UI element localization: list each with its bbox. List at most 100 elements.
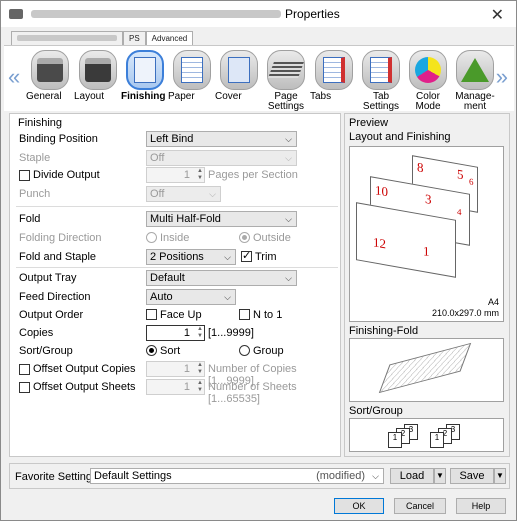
- sort-group-preview: 3 2 1 3 2 1: [349, 418, 504, 452]
- fold-label: Fold: [19, 213, 41, 225]
- offset-sheets-stepper[interactable]: 1 ▲ ▼: [146, 379, 205, 395]
- divide-output-stepper[interactable]: 1 ▲ ▼: [146, 167, 205, 183]
- fold-and-staple-select[interactable]: 2 Positions ⌵: [146, 249, 236, 265]
- tab-redacted[interactable]: [11, 31, 123, 45]
- sort-radio[interactable]: [146, 345, 157, 356]
- outside-radio[interactable]: [239, 232, 250, 243]
- ribbon-color-mode[interactable]: Color Mode: [404, 50, 452, 112]
- cancel-button[interactable]: Cancel: [394, 498, 446, 514]
- ribbon-page-settings[interactable]: Page Settings: [262, 50, 310, 112]
- offset-copies-stepper[interactable]: 1 ▲ ▼: [146, 361, 205, 377]
- punch-value: Off: [150, 188, 165, 200]
- save-menu-button[interactable]: ▼: [494, 468, 506, 484]
- tabs-icon: [323, 57, 345, 83]
- ribbon-label: Page Settings: [267, 91, 305, 112]
- load-button[interactable]: Load: [390, 468, 434, 484]
- copies-label: Copies: [19, 327, 54, 339]
- ribbon-cover[interactable]: Cover: [215, 50, 263, 102]
- divide-output-checkbox[interactable]: [19, 170, 30, 181]
- layout-icon: [85, 58, 111, 82]
- staple-value: Off: [150, 152, 165, 164]
- offset-output-sheets-checkbox[interactable]: [19, 382, 30, 393]
- output-tray-select[interactable]: Default ⌵: [146, 270, 297, 286]
- face-up-checkbox[interactable]: [146, 309, 157, 320]
- title-bar: Properties ✕: [1, 1, 516, 27]
- ribbon-paper[interactable]: Paper: [168, 50, 216, 102]
- fold-and-staple-label: Fold and Staple: [19, 251, 97, 263]
- chevron-down-icon: ⌵: [285, 273, 292, 283]
- scroll-left-icon[interactable]: «: [8, 64, 20, 90]
- staple-select[interactable]: Off ⌵: [146, 150, 297, 166]
- ribbon-management[interactable]: Manage-ment: [451, 50, 499, 112]
- window-title: Properties: [285, 7, 340, 21]
- spin-arrows-icon[interactable]: ▲ ▼: [197, 168, 203, 182]
- close-icon[interactable]: ✕: [491, 5, 504, 25]
- ok-button[interactable]: OK: [334, 498, 384, 514]
- favorite-setting-label: Favorite Setting: [15, 471, 93, 483]
- offset-output-copies-label: Offset Output Copies: [33, 363, 136, 375]
- general-icon: [37, 58, 63, 82]
- title-redacted: [31, 10, 281, 18]
- tab-ps[interactable]: PS: [123, 31, 146, 45]
- n-to-1-checkbox[interactable]: [239, 309, 250, 320]
- ribbon-tab-settings[interactable]: Tab Settings: [357, 50, 405, 112]
- ribbon-general[interactable]: General: [26, 50, 74, 102]
- tab-advanced[interactable]: Advanced: [145, 31, 194, 45]
- output-tray-label: Output Tray: [19, 272, 77, 284]
- sort-group-label: Sort/Group: [19, 345, 73, 357]
- spin-arrows-icon[interactable]: ▲ ▼: [197, 326, 203, 340]
- fold-select[interactable]: Multi Half-Fold ⌵: [146, 211, 297, 227]
- feed-direction-select[interactable]: Auto ⌵: [146, 289, 236, 305]
- page-settings-icon: [268, 62, 304, 78]
- offset-output-copies-checkbox[interactable]: [19, 364, 30, 375]
- page-number: 4: [457, 206, 462, 218]
- feed-direction-value: Auto: [150, 291, 173, 303]
- binding-position-select[interactable]: Left Bind ⌵: [146, 131, 297, 147]
- binding-position-value: Left Bind: [150, 133, 194, 145]
- group-radio[interactable]: [239, 345, 250, 356]
- chevron-down-icon: ⌵: [285, 214, 292, 224]
- settings-ribbon: « General Layout Finishing Paper Cover P…: [4, 45, 514, 112]
- scroll-right-icon[interactable]: »: [496, 64, 508, 90]
- n-to-1-label: N to 1: [253, 309, 283, 321]
- inside-radio[interactable]: [146, 232, 157, 243]
- sort-page: 1: [430, 432, 444, 448]
- color-mode-icon: [415, 57, 441, 83]
- group-label: Group: [253, 345, 284, 357]
- folded-sheets-image: [378, 342, 472, 394]
- ribbon-label: Tab Settings: [362, 91, 400, 112]
- top-tabs: PS Advanced: [11, 31, 194, 45]
- tab-settings-icon: [370, 57, 392, 83]
- paper-size: A4: [487, 297, 499, 307]
- punch-select[interactable]: Off ⌵: [146, 186, 221, 202]
- staple-label: Staple: [19, 152, 51, 164]
- favorite-setting-bar: Favorite Setting Default Settings (modif…: [9, 463, 510, 489]
- face-up-label: Face Up: [160, 309, 202, 321]
- favorite-setting-value: Default Settings: [94, 470, 172, 482]
- page-number: 1: [423, 242, 430, 260]
- ribbon-layout[interactable]: Layout: [74, 50, 122, 102]
- save-button[interactable]: Save: [450, 468, 494, 484]
- chevron-down-icon: ⌵: [209, 189, 216, 199]
- ribbon-label: Color Mode: [415, 91, 441, 112]
- copies-stepper[interactable]: 1 ▲ ▼: [146, 325, 205, 341]
- chevron-down-icon: ⌵: [285, 134, 292, 144]
- divide-output-value: 1: [183, 169, 190, 181]
- finishing-group-label: Finishing: [18, 117, 63, 129]
- ribbon-tabs[interactable]: Tabs: [310, 50, 358, 102]
- number-of-sheets-label: Number of Sheets [1...65535]: [208, 381, 297, 405]
- ribbon-finishing[interactable]: Finishing: [121, 50, 169, 102]
- ribbon-label: Paper: [168, 91, 195, 102]
- page-number: 8: [417, 159, 424, 176]
- finishing-fold-label: Finishing-Fold: [349, 325, 419, 337]
- offset-sheets-value: 1: [183, 381, 190, 393]
- spin-arrows-icon[interactable]: ▲ ▼: [197, 380, 203, 394]
- divider: [16, 206, 338, 207]
- trim-checkbox[interactable]: [241, 249, 252, 262]
- favorite-setting-select[interactable]: Default Settings (modified) ⌵: [90, 468, 384, 484]
- help-button[interactable]: Help: [456, 498, 506, 514]
- spin-arrows-icon[interactable]: ▲ ▼: [197, 362, 203, 376]
- chevron-down-icon: ⌵: [224, 292, 231, 302]
- load-menu-button[interactable]: ▼: [434, 468, 446, 484]
- page-number: 6: [469, 176, 474, 188]
